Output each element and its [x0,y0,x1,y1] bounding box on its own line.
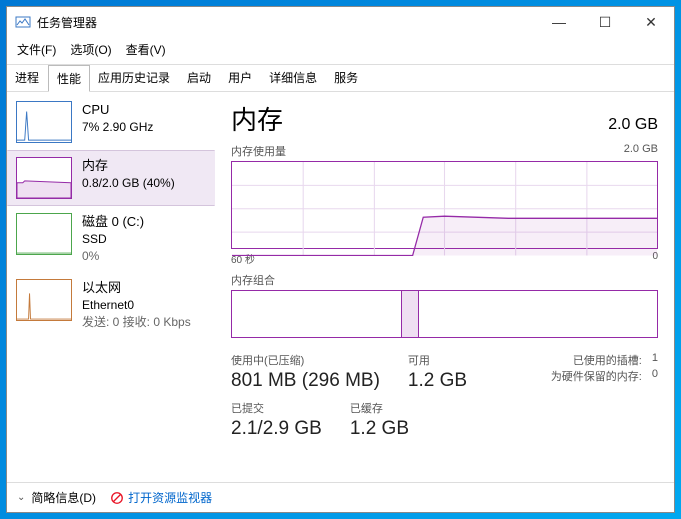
usage-label-row: 内存使用量 2.0 GB [231,143,658,159]
stat-commit-value: 2.1/2.9 GB [231,418,322,440]
compose-modified [402,291,419,337]
tab-history[interactable]: 应用历史记录 [90,65,179,91]
memory-thumb-icon [16,157,72,199]
compose-inuse [232,291,402,337]
sidebar-item-disk[interactable]: 磁盘 0 (C:) SSD 0% [7,206,215,272]
disk-sub2: 0% [82,248,144,265]
disk-sub: SSD [82,231,144,248]
disk-text: 磁盘 0 (C:) SSD 0% [82,213,144,265]
tab-details[interactable]: 详细信息 [261,65,326,91]
sidebar: CPU 7% 2.90 GHz 内存 0.8/2.0 GB (40%) 磁盘 0… [7,92,215,482]
stat-reserved-val: 0 [652,368,658,384]
stat-avail: 可用 1.2 GB [408,352,467,392]
main-panel: 内存 2.0 GB 内存使用量 2.0 GB 60 秒 0 [215,92,674,482]
stat-cached: 已缓存 1.2 GB [350,400,409,440]
memory-composition-chart [231,290,658,338]
tab-processes[interactable]: 进程 [7,65,48,91]
window-buttons: — ☐ ✕ [536,7,674,37]
usage-label: 内存使用量 [231,143,286,159]
memory-usage-chart [231,161,658,249]
disk-thumb-icon [16,213,72,255]
stat-cached-label: 已缓存 [350,400,409,416]
capacity-value: 2.0 GB [608,116,658,134]
stats-row-2: 已提交 2.1/2.9 GB 已缓存 1.2 GB [231,400,658,440]
open-resource-monitor-link[interactable]: 打开资源监视器 [110,489,212,506]
sidebar-item-cpu[interactable]: CPU 7% 2.90 GHz [7,94,215,150]
main-header: 内存 2.0 GB [231,100,658,137]
content-area: CPU 7% 2.90 GHz 内存 0.8/2.0 GB (40%) 磁盘 0… [7,92,674,482]
stats-row-1: 使用中(已压缩) 801 MB (296 MB) 可用 1.2 GB 已使用的插… [231,352,658,392]
usage-max: 2.0 GB [624,143,658,159]
stat-avail-label: 可用 [408,352,467,368]
compose-label-row: 内存组合 [231,272,658,288]
stat-commit-label: 已提交 [231,400,322,416]
close-button[interactable]: ✕ [628,7,674,37]
stat-slots-label: 已使用的插槽: [573,352,642,368]
stat-commit: 已提交 2.1/2.9 GB [231,400,322,440]
stat-inuse-value: 801 MB (296 MB) [231,370,380,392]
ethernet-sub2: 发送: 0 接收: 0 Kbps [82,314,191,331]
task-manager-window: 任务管理器 — ☐ ✕ 文件(F) 选项(O) 查看(V) 进程 性能 应用历史… [6,6,675,513]
ethernet-thumb-icon [16,279,72,321]
memory-text: 内存 0.8/2.0 GB (40%) [82,157,175,199]
stat-cached-value: 1.2 GB [350,418,409,440]
page-title: 内存 [231,100,283,137]
menu-view[interactable]: 查看(V) [120,39,172,60]
ethernet-text: 以太网 Ethernet0 发送: 0 接收: 0 Kbps [82,279,191,331]
compose-standby [419,291,657,337]
titlebar[interactable]: 任务管理器 — ☐ ✕ [7,7,674,37]
ethernet-title: 以太网 [82,279,191,297]
app-icon [15,14,31,30]
resource-monitor-icon [110,491,124,505]
resource-monitor-label: 打开资源监视器 [128,489,212,506]
tab-services[interactable]: 服务 [326,65,367,91]
cpu-sub: 7% 2.90 GHz [82,119,153,136]
stat-slots-val: 1 [652,352,658,368]
cpu-text: CPU 7% 2.90 GHz [82,101,153,143]
cpu-thumb-icon [16,101,72,143]
ethernet-sub: Ethernet0 [82,297,191,314]
chevron-down-icon[interactable]: ⌄ [17,492,25,503]
stat-right: 已使用的插槽: 1 为硬件保留的内存: 0 [551,352,658,392]
sidebar-item-memory[interactable]: 内存 0.8/2.0 GB (40%) [7,150,215,206]
stat-inuse-label: 使用中(已压缩) [231,352,380,368]
tab-users[interactable]: 用户 [220,65,261,91]
memory-sub: 0.8/2.0 GB (40%) [82,175,175,192]
brief-info-button[interactable]: 简略信息(D) [31,489,96,506]
stat-avail-value: 1.2 GB [408,370,467,392]
disk-title: 磁盘 0 (C:) [82,213,144,231]
menu-options[interactable]: 选项(O) [64,39,117,60]
cpu-title: CPU [82,101,153,119]
menubar: 文件(F) 选项(O) 查看(V) [7,37,674,62]
tab-performance[interactable]: 性能 [48,65,90,92]
compose-label: 内存组合 [231,272,275,288]
memory-title: 内存 [82,157,175,175]
stat-inuse: 使用中(已压缩) 801 MB (296 MB) [231,352,380,392]
menu-file[interactable]: 文件(F) [11,39,62,60]
stat-reserved-label: 为硬件保留的内存: [551,368,642,384]
tabs: 进程 性能 应用历史记录 启动 用户 详细信息 服务 [7,64,674,92]
sidebar-item-ethernet[interactable]: 以太网 Ethernet0 发送: 0 接收: 0 Kbps [7,272,215,338]
maximize-button[interactable]: ☐ [582,7,628,37]
minimize-button[interactable]: — [536,7,582,37]
tab-startup[interactable]: 启动 [179,65,220,91]
window-title: 任务管理器 [37,14,536,31]
footer: ⌄ 简略信息(D) 打开资源监视器 [7,482,674,512]
